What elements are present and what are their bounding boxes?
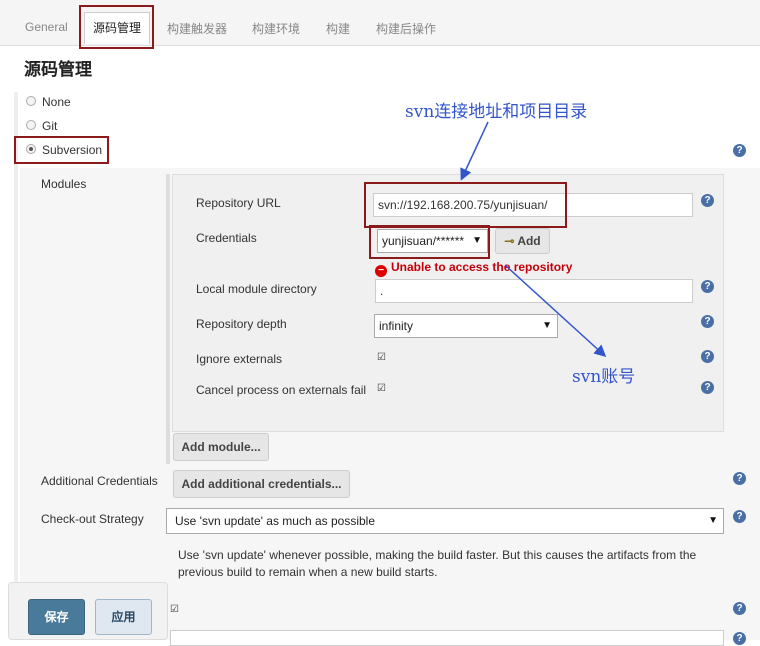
arrow-to-url <box>460 121 489 181</box>
arrow-to-credentials <box>504 264 607 358</box>
annotation-arrows <box>460 121 607 358</box>
save-button[interactable]: 保存 <box>28 599 85 635</box>
apply-button[interactable]: 应用 <box>95 599 152 635</box>
